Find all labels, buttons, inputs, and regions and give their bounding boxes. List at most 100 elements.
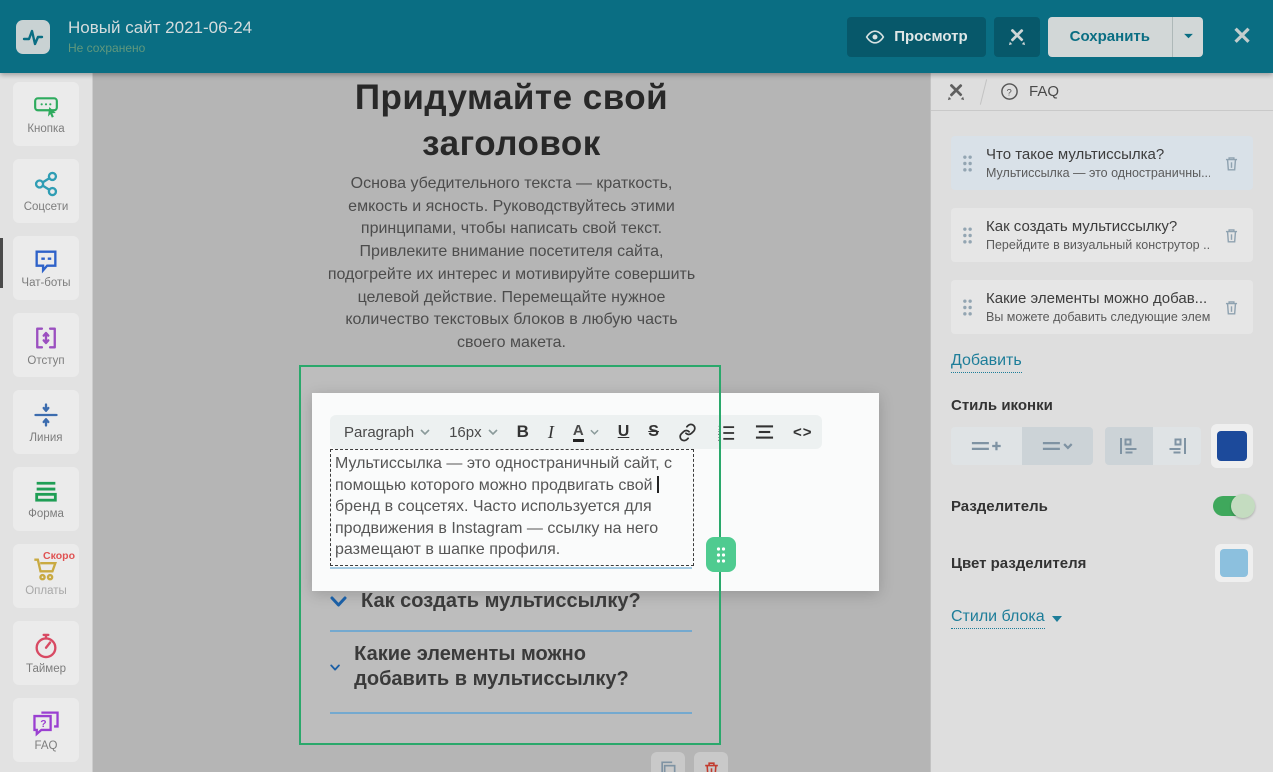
faq-question-title: Какие элементы можно добавить в мультисс…: [354, 642, 660, 692]
faq-question-row[interactable]: Как создать мультиссылку?: [330, 589, 720, 614]
sidebar-item-payments: Скоро Оплаты: [13, 544, 79, 608]
faq-item-card[interactable]: Как создать мультиссылку? Перейдите в ви…: [951, 208, 1253, 262]
chatbot-icon: [32, 248, 60, 274]
faq-item-card[interactable]: Что такое мультиссылка? Мультиссылка — э…: [951, 136, 1253, 190]
faq-answer-textarea[interactable]: Мультиссылка — это одностраничный сайт, …: [330, 449, 694, 566]
widgets-sidebar: Кнопка Соцсети Чат-боты Отступ: [0, 73, 93, 772]
text-before-caret: Мультиссылка — это одностраничный сайт, …: [335, 455, 672, 494]
sidebar-item-button[interactable]: Кнопка: [13, 82, 79, 146]
code-view-button[interactable]: <>: [793, 424, 813, 441]
link-button[interactable]: [678, 423, 697, 442]
svg-text:?: ?: [40, 719, 46, 730]
save-button[interactable]: Сохранить: [1048, 17, 1172, 57]
strikethrough-button[interactable]: S: [648, 423, 659, 441]
sidebar-item-social[interactable]: Соцсети: [13, 159, 79, 223]
trash-icon[interactable]: [1222, 298, 1241, 317]
save-status: Не сохранено: [68, 41, 252, 55]
panel-title: FAQ: [1029, 83, 1059, 100]
align-button[interactable]: [755, 424, 774, 440]
faq-item-card[interactable]: Какие элементы можно добав... Вы можете …: [951, 280, 1253, 334]
trash-icon[interactable]: [1222, 154, 1241, 173]
lines-plus-icon: [970, 438, 1004, 454]
icon-style-label: Стиль иконки: [951, 397, 1253, 414]
delete-block-button[interactable]: [694, 752, 728, 772]
svg-text:?: ?: [1006, 87, 1011, 98]
editor-canvas: Придумайте свой заголовок Основа убедите…: [93, 73, 930, 772]
pulse-icon: [21, 25, 45, 49]
spacing-icon: [32, 324, 60, 352]
faq-item-subtitle: Вы можете добавить следующие элем...: [986, 310, 1210, 324]
text-color-button[interactable]: A: [573, 423, 584, 442]
block-drag-handle[interactable]: [706, 537, 736, 572]
save-split-button[interactable]: Сохранить: [1048, 17, 1203, 57]
crossed-pencils-icon[interactable]: [945, 81, 967, 103]
drag-dots-icon[interactable]: [961, 226, 974, 245]
chevron-down-icon: [420, 429, 430, 435]
soon-badge: Скоро: [43, 550, 75, 562]
answer-divider-line: [330, 567, 692, 569]
paragraph-style-dropdown[interactable]: Paragraph: [344, 424, 430, 441]
icon-position-segmented: [1105, 427, 1201, 465]
question-circle-icon: ?: [1000, 82, 1019, 101]
share-icon: [32, 170, 60, 198]
trash-icon[interactable]: [1222, 226, 1241, 245]
link-icon: [678, 423, 697, 442]
sidebar-item-form[interactable]: Форма: [13, 467, 79, 531]
page-intro-text[interactable]: Основа убедительного текста — краткость,…: [321, 173, 703, 355]
form-icon: [32, 479, 60, 505]
divider-color-swatch: [1220, 549, 1248, 577]
text-color-dropdown[interactable]: A: [573, 423, 599, 442]
icon-color-picker[interactable]: [1211, 424, 1253, 468]
faq-item-title: Какие элементы можно добав...: [986, 290, 1210, 307]
sidebar-item-faq[interactable]: ? FAQ: [13, 698, 79, 762]
drag-dots-icon: [715, 546, 727, 564]
divider-toggle-row: Разделитель: [951, 496, 1253, 516]
divider-color-label: Цвет разделителя: [951, 555, 1086, 572]
icon-left-button[interactable]: [1105, 427, 1153, 465]
app-logo[interactable]: [16, 20, 50, 54]
sidebar-item-line[interactable]: Линия: [13, 390, 79, 454]
icon-style-controls: [951, 424, 1253, 468]
icon-type-chevron-button[interactable]: [1022, 427, 1093, 465]
add-question-link[interactable]: Добавить: [951, 352, 1022, 373]
design-tools-button[interactable]: [994, 17, 1040, 57]
button-icon: [31, 94, 61, 120]
faq-question-row[interactable]: Какие элементы можно добавить в мультисс…: [330, 642, 660, 692]
collapsed-panel-notch[interactable]: [0, 238, 3, 288]
settings-panel: ? FAQ Что такое мультиссылка? Мультиссыл…: [930, 73, 1273, 772]
eye-icon: [865, 29, 885, 45]
toggle-knob: [1231, 494, 1255, 518]
sidebar-item-label: Отступ: [27, 355, 64, 367]
icon-color-swatch: [1217, 431, 1247, 461]
sidebar-item-chatbots[interactable]: Чат-боты: [13, 236, 79, 300]
bold-button[interactable]: B: [517, 422, 529, 442]
ordered-list-button[interactable]: 1 2 3: [716, 423, 736, 441]
chevron-down-icon: [330, 596, 347, 607]
sidebar-item-label: FAQ: [34, 740, 57, 752]
drag-dots-icon[interactable]: [961, 298, 974, 317]
underline-button[interactable]: U: [618, 423, 630, 441]
crossed-pencils-icon: [1006, 26, 1028, 48]
save-dropdown-button[interactable]: [1173, 17, 1203, 57]
chevron-down-icon: [1183, 33, 1194, 40]
preview-button[interactable]: Просмотр: [847, 17, 985, 57]
lines-chevron-icon: [1041, 438, 1075, 454]
block-styles-link[interactable]: Стили блока: [951, 608, 1045, 629]
sidebar-item-timer[interactable]: Таймер: [13, 621, 79, 685]
drag-dots-icon[interactable]: [961, 154, 974, 173]
icon-type-plus-button[interactable]: [951, 427, 1022, 465]
divider-toggle[interactable]: [1213, 496, 1253, 516]
close-button[interactable]: ✕: [1227, 22, 1257, 52]
icon-right-button[interactable]: [1153, 427, 1201, 465]
chevron-down-icon: [590, 429, 599, 435]
italic-button[interactable]: I: [548, 422, 554, 443]
divider-color-picker[interactable]: [1215, 544, 1253, 582]
font-size-dropdown[interactable]: 16px: [449, 424, 498, 441]
block-styles-row: Стили блока: [951, 608, 1253, 629]
duplicate-block-button[interactable]: [651, 752, 685, 772]
sidebar-item-spacing[interactable]: Отступ: [13, 313, 79, 377]
sidebar-item-label: Форма: [28, 508, 64, 520]
panel-body: Что такое мультиссылка? Мультиссылка — э…: [931, 111, 1273, 629]
page-heading[interactable]: Придумайте свой заголовок: [93, 75, 930, 166]
faq-item-subtitle: Мультиссылка — это одностраничны...: [986, 166, 1210, 180]
